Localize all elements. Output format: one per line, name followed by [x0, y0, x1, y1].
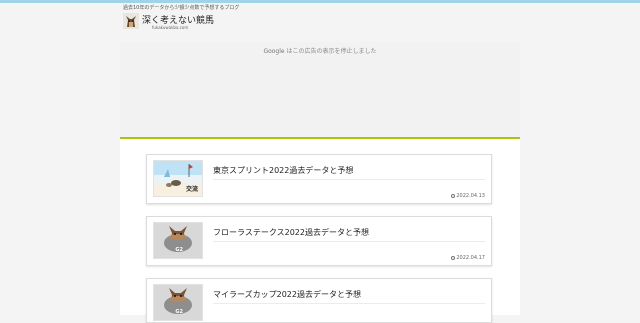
post-card[interactable]: G2 マイラーズカップ2022過去データと予想	[146, 278, 492, 323]
ad-area: Google はこの広告の表示を停止しました	[120, 42, 520, 137]
site-domain: fukakuwakba.com	[152, 25, 189, 30]
post-date-text: 2022.04.17	[456, 255, 485, 261]
post-date-text: 2022.04.13	[456, 193, 485, 199]
thumbnail-label: G2	[175, 309, 183, 315]
post-thumbnail: 交流	[153, 160, 203, 197]
divider	[213, 241, 485, 242]
horse-logo-icon	[123, 13, 139, 29]
post-date: 2022.04.17	[451, 255, 485, 261]
thumbnail-label: G2	[175, 247, 183, 253]
site-tagline: 過去10年のデータから少額少点数で予想するブログ	[123, 5, 240, 11]
post-title[interactable]: フローラステークス2022過去データと予想	[213, 227, 369, 238]
ad-stopped-notice: Google はこの広告の表示を停止しました	[120, 46, 520, 55]
ad-message: はこの広告の表示を停止しました	[286, 48, 377, 55]
post-title[interactable]: 東京スプリント2022過去データと予想	[213, 165, 353, 176]
post-thumbnail: G2	[153, 284, 203, 321]
ad-brand: Google	[263, 48, 285, 55]
top-accent-bar	[0, 0, 640, 3]
clock-icon	[451, 193, 456, 198]
post-card[interactable]: 交流 東京スプリント2022過去データと予想 2022.04.13	[146, 154, 492, 204]
post-title[interactable]: マイラーズカップ2022過去データと予想	[213, 289, 361, 300]
thumbnail-label: 交流	[185, 186, 198, 193]
divider	[213, 179, 485, 180]
divider	[213, 303, 485, 304]
post-thumbnail: G2	[153, 222, 203, 259]
post-card[interactable]: G2 フローラステークス2022過去データと予想 2022.04.17	[146, 216, 492, 266]
clock-icon	[451, 255, 456, 260]
post-date: 2022.04.13	[451, 193, 485, 199]
post-list: 交流 東京スプリント2022過去データと予想 2022.04.13 G2 フロー…	[120, 137, 520, 323]
